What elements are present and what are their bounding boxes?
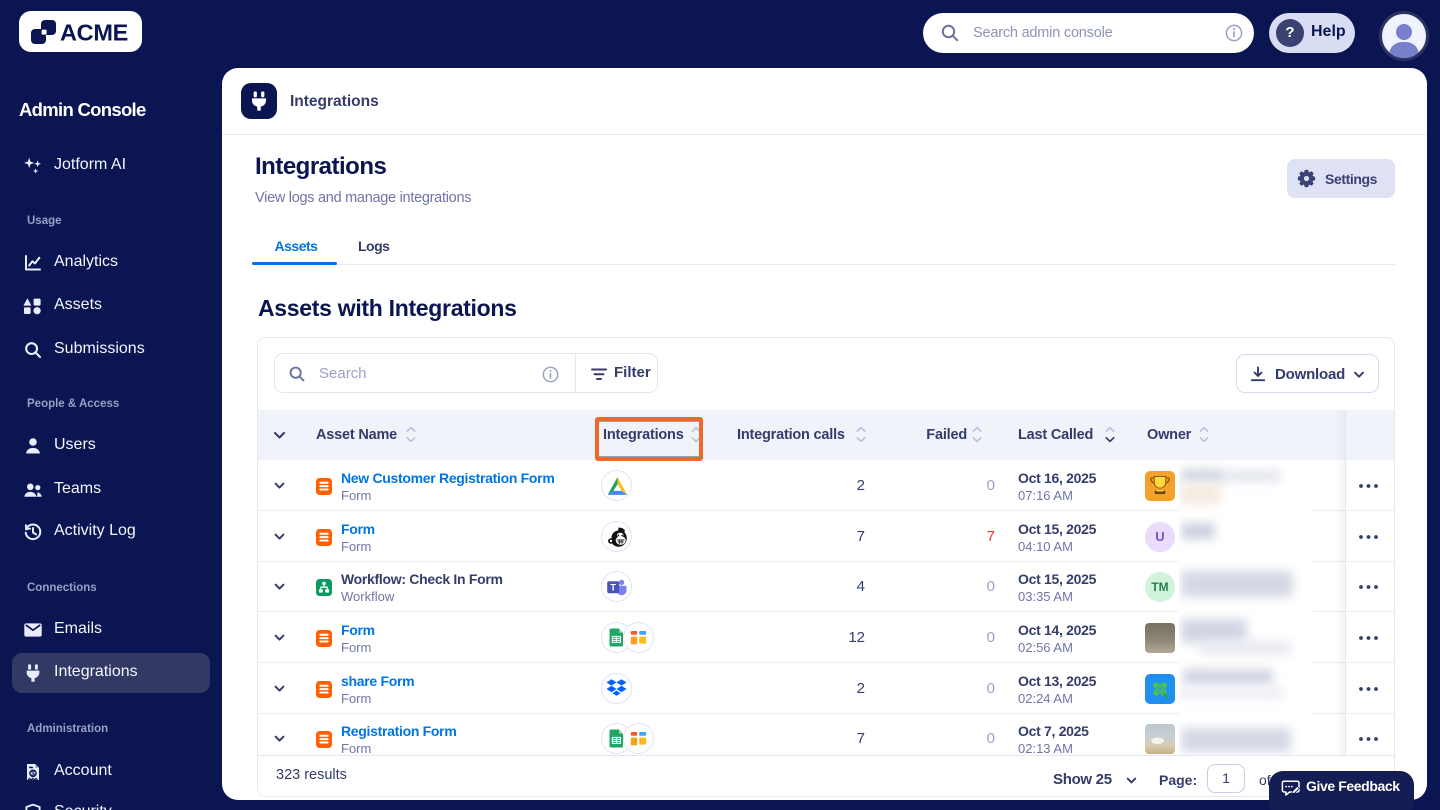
svg-text:T: T <box>610 583 616 594</box>
svg-text:$: $ <box>31 770 35 777</box>
svg-text:ACME: ACME <box>60 20 128 46</box>
